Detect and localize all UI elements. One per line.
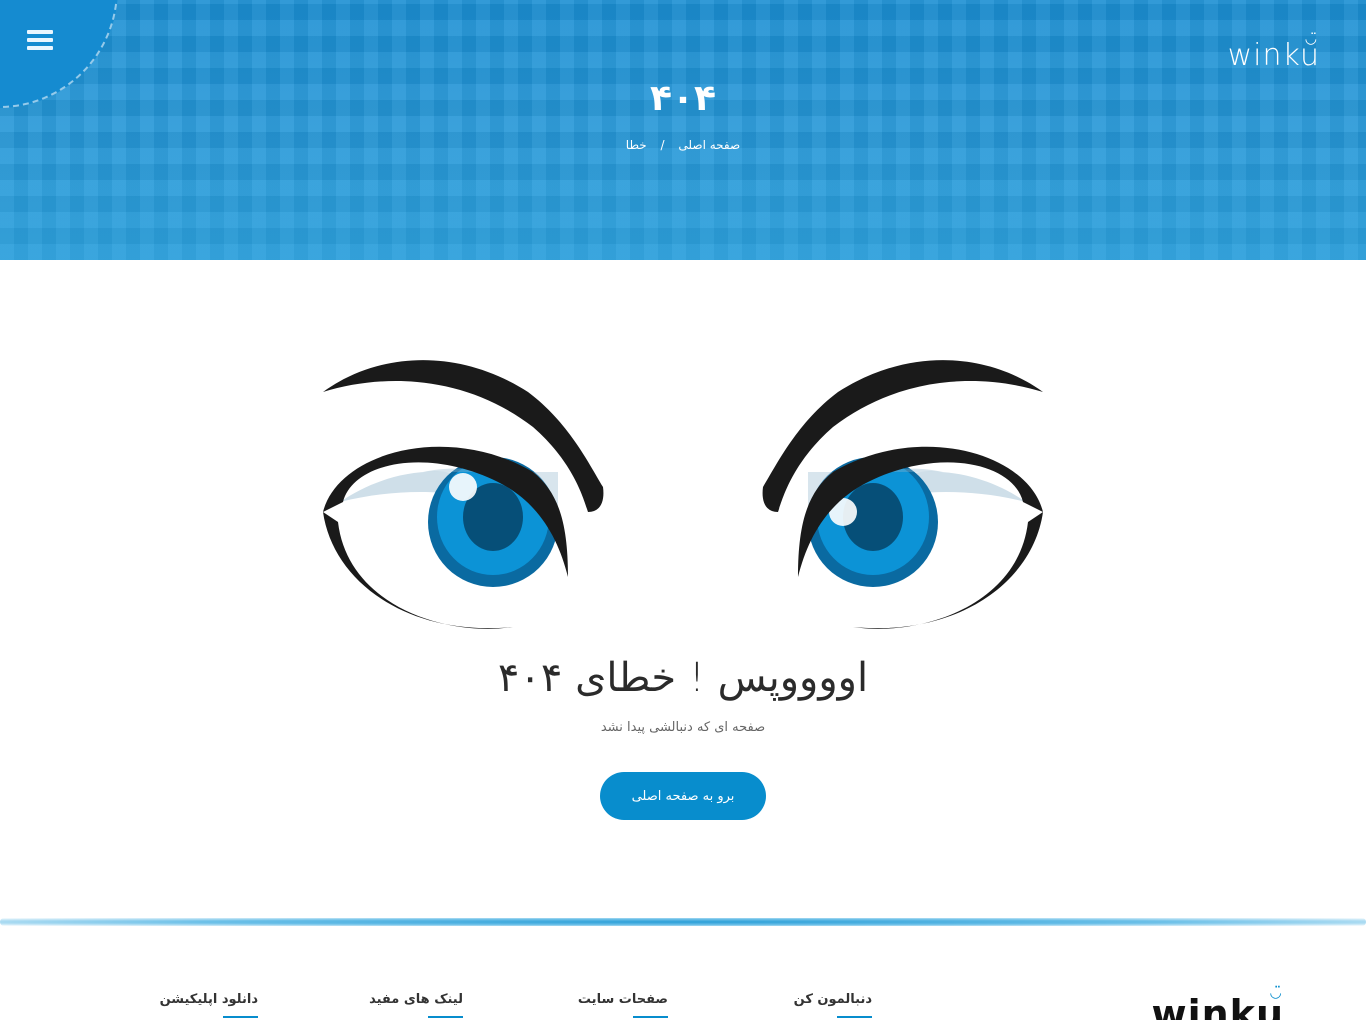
page-header-banner: winku ◡̈ ۴۰۴ صفحه اصلی / خطا (0, 0, 1366, 260)
footer-heading-follow: دنبالمون کن (793, 992, 872, 1018)
right-eye-icon (762, 360, 1043, 629)
heading-underline (837, 1016, 872, 1018)
footer-heading-links: لینک های مفید (369, 992, 463, 1018)
footer-heading-label: دنبالمون کن (793, 992, 872, 1007)
go-home-button[interactable]: برو به صفحه اصلی (600, 772, 766, 820)
logo-smile-icon: ◡̈ (1304, 31, 1318, 47)
heading-underline (633, 1016, 668, 1018)
footer-heading-label: صفحات سایت (577, 992, 668, 1007)
section-divider (0, 918, 1366, 926)
hamburger-menu-icon[interactable] (27, 30, 53, 54)
site-logo[interactable]: winku ◡̈ (1228, 32, 1320, 73)
footer-heading-label: لینک های مفید (369, 992, 463, 1007)
footer-heading-pages: صفحات سایت (577, 992, 668, 1018)
breadcrumb-home-link[interactable]: صفحه اصلی (678, 138, 740, 152)
footer-heading-download: دانلود اپلیکیشن (159, 992, 258, 1018)
left-eye-icon (323, 360, 604, 629)
angry-eyes-illustration (323, 360, 1043, 629)
footer-heading-label: دانلود اپلیکیشن (159, 992, 258, 1007)
breadcrumb: صفحه اصلی / خطا (0, 138, 1366, 152)
page-title: ۴۰۴ (650, 78, 716, 119)
error-subtitle: صفحه ای که دنبالشی پیدا نشد (600, 720, 766, 735)
footer-logo-smile-icon: ◡̈ (1270, 985, 1282, 1001)
footer-logo[interactable]: winku ◡̈ (1151, 986, 1284, 1020)
breadcrumb-separator: / (660, 138, 665, 152)
error-heading: اووووپس ! خطای ۴۰۴ (497, 655, 869, 701)
footer-logo-text: winku (1151, 992, 1284, 1020)
heading-underline (428, 1016, 463, 1018)
heading-underline (223, 1016, 258, 1018)
breadcrumb-current: خطا (625, 138, 647, 152)
